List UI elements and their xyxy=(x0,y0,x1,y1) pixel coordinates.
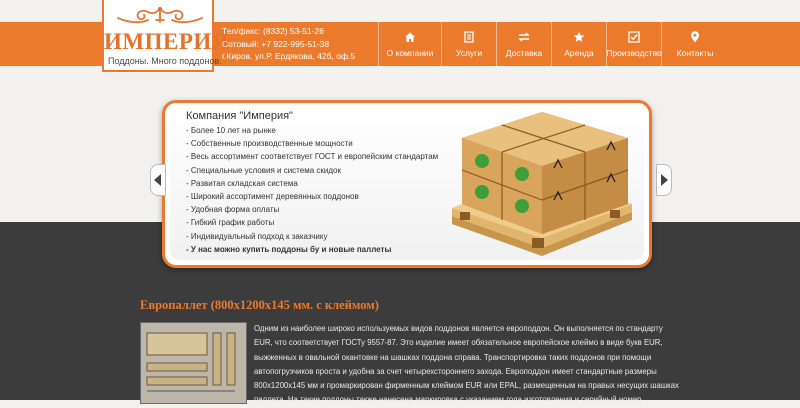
map-pin-icon xyxy=(691,30,699,42)
contact-info: Тел/факс: (8332) 53-51-26 Сотовый: +7 92… xyxy=(222,25,355,63)
feature-item: - Гибкий график работы xyxy=(186,218,275,228)
logo-text: ИМПЕРИЯ xyxy=(104,29,229,54)
nav-label: Услуги xyxy=(455,47,483,58)
feature-item: - Более 10 лет на рынке xyxy=(186,126,276,135)
list-icon xyxy=(464,30,474,43)
feature-item-highlight: - У нас можно купить поддоны бу и новые … xyxy=(186,244,392,254)
article-line: автопогрузчиков проста и удобна за счет … xyxy=(254,366,657,376)
slide-title: Компания "Империя" xyxy=(186,110,293,122)
nav-rent[interactable]: Аренда xyxy=(551,22,606,66)
transfer-icon xyxy=(518,32,530,41)
chevron-right-icon xyxy=(661,174,668,186)
logo-ornament-icon xyxy=(117,7,203,24)
pallet-with-boxes-image xyxy=(452,112,632,256)
slider-next-button[interactable] xyxy=(656,164,672,196)
star-icon xyxy=(573,31,585,42)
nav-label: Аренда xyxy=(564,47,594,58)
feature-item: - Весь ассортимент соответствует ГОСТ и … xyxy=(186,152,439,162)
feature-item: - Собственные производственные мощности xyxy=(186,139,353,149)
check-icon xyxy=(628,30,640,43)
article-line: Одним из наиболее широко используемых ви… xyxy=(254,324,663,333)
feature-item: - Индивидуальный подход к заказчику xyxy=(186,231,328,241)
article-title: Европаллет (800x1200x145 мм. с клеймом) xyxy=(140,298,379,312)
logo[interactable]: ИМПЕРИЯ Поддоны. Много поддонов. xyxy=(102,0,229,72)
feature-item: - Специальные условия и система скидок xyxy=(186,165,341,175)
article-body: Одним из наиболее широко используемых ви… xyxy=(254,322,685,408)
main-nav: О компании Услуги Доставка Аренда Произв… xyxy=(378,22,728,66)
nav-production[interactable]: Производство xyxy=(606,22,662,66)
mobile-text: Сотовый: +7 922-995-51-38 xyxy=(222,38,330,49)
nav-services[interactable]: Услуги xyxy=(441,22,496,66)
home-icon xyxy=(405,32,415,42)
article-line: выжженных в овальной окантовке на шашках… xyxy=(254,352,652,362)
article-line: 800x1200x145 мм и промаркирован фирменны… xyxy=(254,381,679,391)
nav-contacts[interactable]: Контакты xyxy=(661,22,728,66)
chevron-left-icon xyxy=(154,174,161,186)
phone-text: Тел/факс: (8332) 53-51-26 xyxy=(222,26,324,36)
nav-label: О компании xyxy=(386,47,434,58)
nav-about[interactable]: О компании xyxy=(378,22,441,66)
feature-item: - Широкий ассортимент деревянных поддоно… xyxy=(186,192,359,202)
nav-label: Производство xyxy=(606,47,662,58)
pallet-diagram-image[interactable] xyxy=(140,322,247,404)
slider-prev-button[interactable] xyxy=(150,164,166,196)
nav-label: Контакты xyxy=(676,47,714,58)
address-text: г.Киров, ул.Р. Ердякова, 42б, оф.5 xyxy=(222,51,356,61)
feature-item: - Развитая складская система xyxy=(186,178,298,188)
nav-label: Доставка xyxy=(505,47,543,58)
feature-list: - Более 10 лет на рынке - Собственные пр… xyxy=(186,124,438,256)
tagline: Поддоны. Много поддонов. xyxy=(108,56,222,66)
article-line: паллета. На такие поддоны также нанесена… xyxy=(254,395,644,405)
nav-delivery[interactable]: Доставка xyxy=(496,22,551,66)
article-line: EUR, что соответствует ГОСТу 9557-87. Эт… xyxy=(254,338,663,348)
feature-item: - Удобная форма оплаты xyxy=(186,205,280,215)
